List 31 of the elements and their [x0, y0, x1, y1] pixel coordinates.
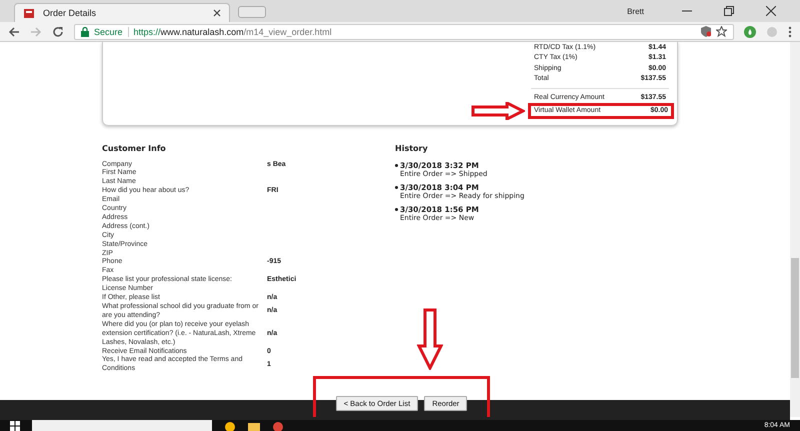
star-icon[interactable]	[716, 26, 727, 37]
annotation-arrow	[417, 308, 443, 370]
section-heading: History	[395, 144, 429, 152]
close-icon[interactable]	[766, 6, 776, 16]
app-icon[interactable]	[224, 420, 236, 430]
tab-title: Order Details	[43, 8, 98, 18]
back-arrow-icon[interactable]	[8, 26, 20, 38]
browser-tab[interactable]: Order Details	[14, 3, 230, 22]
address-bar[interactable]: Secure https://www.naturalash.com/m14_view_order.html	[74, 24, 734, 40]
reload-icon[interactable]	[52, 26, 64, 38]
url-text: https://www.naturalash.com/m14_view_order.html	[134, 26, 332, 36]
section-heading: Customer Info	[102, 144, 167, 152]
shield-icon	[701, 26, 711, 37]
bullet-icon	[395, 164, 398, 166]
menu-icon[interactable]	[788, 26, 792, 38]
secure-label: Secure	[94, 26, 129, 36]
scrollbar-thumb[interactable]	[791, 258, 799, 378]
bullet-icon	[395, 186, 398, 188]
folder-icon[interactable]	[248, 420, 260, 430]
favicon-icon	[23, 7, 35, 19]
lock-icon	[81, 26, 89, 36]
scrollbar[interactable]	[790, 42, 800, 417]
extension-icon[interactable]	[744, 26, 756, 38]
profile-name[interactable]: Brett	[627, 6, 644, 16]
windows-icon[interactable]	[10, 420, 20, 430]
search-field[interactable]	[32, 420, 212, 431]
browser-icon[interactable]	[272, 420, 284, 430]
bullet-icon	[395, 208, 398, 210]
annotation-arrow	[471, 102, 525, 120]
restore-icon[interactable]	[724, 6, 734, 16]
close-icon[interactable]	[213, 9, 221, 17]
